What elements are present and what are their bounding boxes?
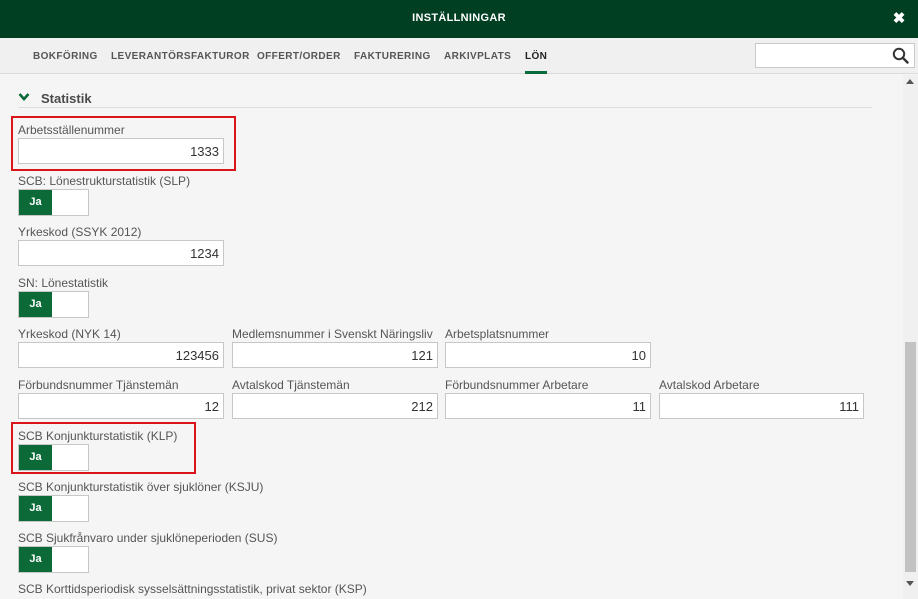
medlemsnummer-field[interactable] bbox=[232, 342, 438, 368]
ksp-label: SCB Korttidsperiodisk sysselsättningssta… bbox=[18, 582, 367, 596]
search-icon[interactable] bbox=[892, 47, 909, 64]
close-icon[interactable]: ✖ bbox=[892, 10, 906, 28]
yrkeskod-ssyk-field[interactable] bbox=[18, 240, 224, 266]
yrkeskod-nyk-field[interactable] bbox=[18, 342, 224, 368]
window-title: INSTÄLLNINGAR bbox=[412, 12, 506, 24]
yrkeskod-nyk-label: Yrkeskod (NYK 14) bbox=[18, 327, 121, 341]
avtalskod-tjansteman-field[interactable] bbox=[232, 393, 438, 419]
ksju-label: SCB Konjunkturstatistik över sjuklöner (… bbox=[18, 480, 264, 494]
chevron-down-icon bbox=[18, 93, 30, 101]
forbundsnummer-tjansteman-field[interactable] bbox=[18, 393, 224, 419]
forbundsnummer-arbetare-label: Förbundsnummer Arbetare bbox=[445, 378, 589, 392]
slp-toggle[interactable]: Ja bbox=[18, 189, 89, 216]
avtalskod-arbetare-field[interactable] bbox=[659, 393, 864, 419]
sus-toggle[interactable]: Ja bbox=[18, 546, 89, 573]
toggle-on-label: Ja bbox=[19, 190, 52, 215]
scrollbar-thumb[interactable] bbox=[905, 342, 916, 572]
toggle-on-label: Ja bbox=[19, 547, 52, 572]
search-input[interactable] bbox=[756, 44, 886, 67]
section-title: Statistik bbox=[41, 91, 92, 106]
sus-label: SCB Sjukfrånvaro under sjuklöneperioden … bbox=[18, 531, 278, 545]
search-box bbox=[755, 43, 915, 68]
medlemsnummer-label: Medlemsnummer i Svenskt Näringsliv bbox=[232, 327, 433, 341]
title-bar: INSTÄLLNINGAR ✖ bbox=[0, 0, 918, 38]
tab-arkivplats[interactable]: ARKIVPLATS bbox=[444, 51, 511, 62]
tab-lon[interactable]: LÖN bbox=[525, 51, 548, 74]
avtalskod-arbetare-label: Avtalskod Arbetare bbox=[659, 378, 760, 392]
toggle-on-label: Ja bbox=[19, 292, 52, 317]
ksju-toggle[interactable]: Ja bbox=[18, 495, 89, 522]
toggle-on-label: Ja bbox=[19, 496, 52, 521]
klp-label: SCB Konjunkturstatistik (KLP) bbox=[18, 429, 178, 443]
tab-offert-order[interactable]: OFFERT/ORDER bbox=[257, 51, 341, 62]
scroll-down-icon[interactable] bbox=[906, 581, 914, 586]
toggle-on-label: Ja bbox=[19, 445, 52, 470]
arbetsstallenummer-label: Arbetsställenummer bbox=[18, 123, 125, 137]
sn-label: SN: Lönestatistik bbox=[18, 276, 109, 290]
settings-content: Statistik Arbetsställenummer SCB: Lönest… bbox=[0, 75, 903, 599]
tab-leverantorsfakturor[interactable]: LEVERANTÖRSFAKTUROR bbox=[111, 51, 250, 62]
sn-toggle[interactable]: Ja bbox=[18, 291, 89, 318]
section-statistik-header[interactable]: Statistik bbox=[18, 90, 872, 108]
settings-tab-bar: BOKFÖRING LEVERANTÖRSFAKTUROR OFFERT/ORD… bbox=[0, 38, 918, 74]
yrkeskod-ssyk-label: Yrkeskod (SSYK 2012) bbox=[18, 225, 142, 239]
content-scrollbar[interactable] bbox=[903, 75, 918, 599]
arbetsplatsnummer-label: Arbetsplatsnummer bbox=[445, 327, 550, 341]
forbundsnummer-arbetare-field[interactable] bbox=[445, 393, 651, 419]
avtalskod-tjansteman-label: Avtalskod Tjänstemän bbox=[232, 378, 350, 392]
arbetsstallenummer-field[interactable] bbox=[18, 138, 224, 164]
arbetsplatsnummer-field[interactable] bbox=[445, 342, 651, 368]
klp-toggle[interactable]: Ja bbox=[18, 444, 89, 471]
tab-fakturering[interactable]: FAKTURERING bbox=[354, 51, 431, 62]
scroll-up-icon[interactable] bbox=[906, 79, 914, 84]
forbundsnummer-tjansteman-label: Förbundsnummer Tjänstemän bbox=[18, 378, 179, 392]
slp-label: SCB: Lönestrukturstatistik (SLP) bbox=[18, 174, 191, 188]
tab-bokforing[interactable]: BOKFÖRING bbox=[33, 51, 98, 62]
